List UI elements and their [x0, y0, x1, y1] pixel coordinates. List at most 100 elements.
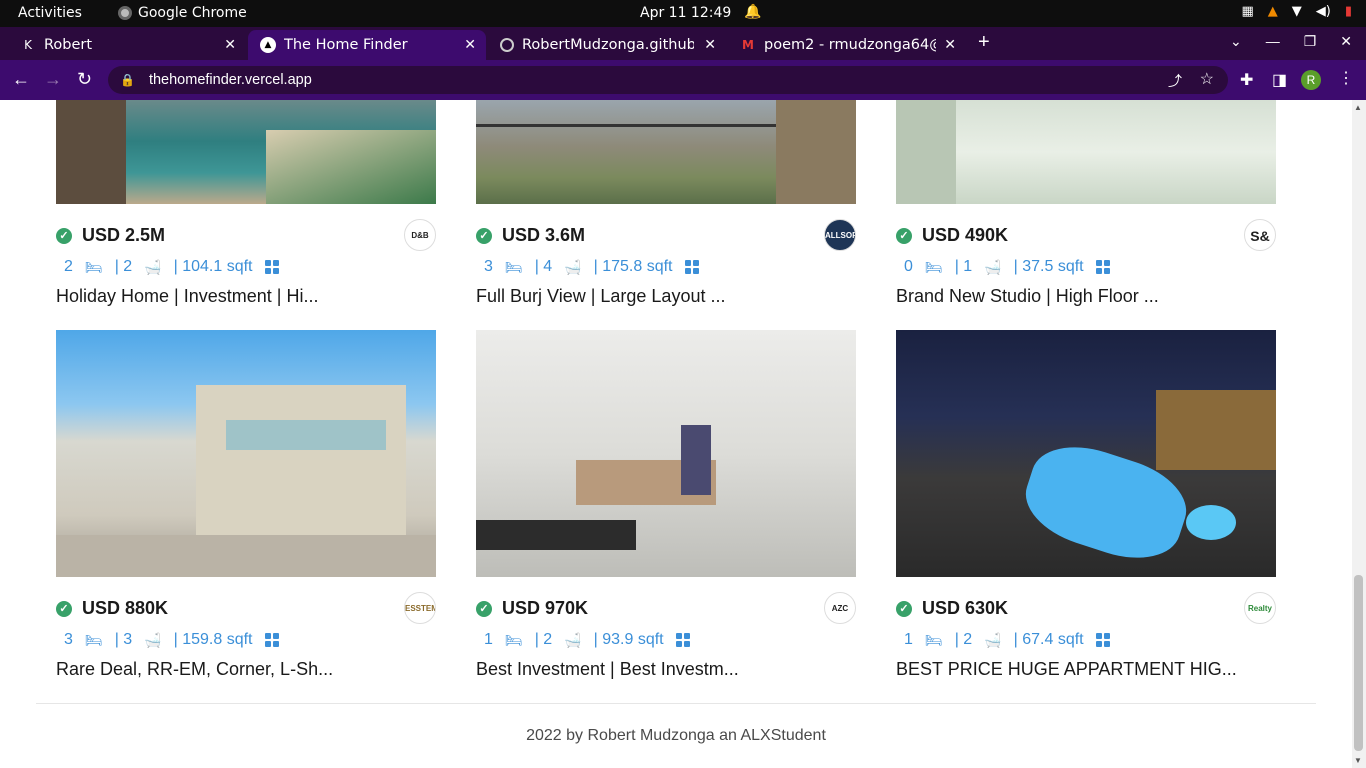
address-bar[interactable]: 🔒 thehomefinder.vercel.app ⤴ ☆	[108, 66, 1228, 94]
listing-image[interactable]	[896, 100, 1276, 204]
rooms-count: 1	[484, 631, 493, 648]
tab-robert[interactable]: K Robert ✕	[8, 30, 246, 60]
close-tab-icon[interactable]: ✕	[224, 37, 236, 53]
jacuzzi-shape	[1186, 505, 1236, 540]
new-tab-button[interactable]: +	[978, 31, 990, 54]
curtain-shape	[681, 425, 711, 495]
listing-image[interactable]	[476, 100, 856, 204]
wifi-icon[interactable]: ▼	[1292, 4, 1302, 19]
reload-icon[interactable]: ↻	[77, 69, 92, 90]
agency-logo[interactable]: ALLSOPP	[824, 219, 856, 251]
bed-icon: 🛏	[84, 631, 103, 648]
volume-icon[interactable]: ◀)	[1316, 4, 1331, 19]
avatar[interactable]: R	[1301, 70, 1321, 90]
clock[interactable]: Apr 11 12:49	[640, 5, 731, 21]
bath-icon: 🛁	[564, 631, 582, 648]
share-icon[interactable]: ⤴	[1168, 71, 1182, 91]
close-tab-icon[interactable]: ✕	[464, 37, 476, 53]
tab-gmail[interactable]: M poem2 - rmudzonga64@g ✕	[728, 30, 966, 60]
scroll-up-icon[interactable]: ▲	[1354, 103, 1362, 112]
scrollbar-thumb[interactable]	[1354, 575, 1363, 751]
tab-github[interactable]: RobertMudzonga.github.i ✕	[488, 30, 726, 60]
bed-icon: 🛏	[924, 258, 943, 275]
building-shape	[56, 100, 126, 204]
listing-card[interactable]: ✓ USD 3.6M ALLSOPP 3 🛏 | 4 🛁 | 175.8 sqft F…	[476, 100, 856, 310]
baths-count: | 2	[954, 631, 973, 648]
system-tray[interactable]: ▦ ▲ ▼ ◀) ▮	[1241, 4, 1352, 19]
verified-check-icon: ✓	[476, 600, 492, 617]
side-panel-icon[interactable]: ◨	[1272, 70, 1287, 90]
close-window-button[interactable]: ✕	[1340, 33, 1352, 50]
balcony-shape	[226, 420, 386, 450]
listing-stats: 2 🛏 | 2 🛁 | 104.1 sqft	[64, 258, 279, 276]
toolbar: ← → ↻ 🔒 thehomefinder.vercel.app ⤴ ☆ ✚ ◨	[0, 60, 1366, 100]
listing-card[interactable]: ✓ USD 880K ESSTEM 3 🛏 | 3 🛁 | 159.8 sqft Ra…	[56, 330, 436, 680]
battery-icon[interactable]: ▮	[1345, 4, 1352, 19]
tab-search-icon[interactable]: ⌄	[1230, 33, 1242, 50]
listing-price: ✓ USD 630K	[896, 598, 1008, 619]
agency-logo[interactable]: D&B PROP	[404, 219, 436, 251]
listing-image[interactable]	[56, 330, 436, 577]
building-shape	[776, 100, 856, 204]
lock-icon[interactable]: 🔒	[120, 73, 135, 87]
extensions-icon[interactable]: ✚	[1240, 70, 1253, 90]
vlc-icon[interactable]: ▲	[1268, 4, 1278, 19]
rooms-count: 1	[904, 631, 913, 648]
listing-title[interactable]: Rare Deal, RR-EM, Corner, L-Sh...	[56, 659, 333, 680]
listing-image[interactable]	[56, 100, 436, 204]
listing-price: ✓ USD 2.5M	[56, 225, 165, 246]
baths-count: | 2	[534, 631, 553, 648]
listing-card[interactable]: ✓ USD 630K Realty 1 🛏 | 2 🛁 | 67.4 sqft BES…	[896, 330, 1276, 680]
area-text: | 159.8 sqft	[173, 631, 253, 648]
close-tab-icon[interactable]: ✕	[944, 37, 956, 53]
url-text[interactable]: thehomefinder.vercel.app	[149, 72, 312, 88]
apps-grid-icon[interactable]: ▦	[1241, 4, 1253, 19]
price-text: USD 880K	[82, 598, 169, 618]
window-controls: ⌄ — ❐ ✕	[1230, 33, 1352, 50]
listing-title[interactable]: BEST PRICE HUGE APPARTMENT HIG...	[896, 659, 1237, 680]
grid-icon	[1095, 633, 1110, 647]
bath-icon: 🛁	[564, 258, 582, 275]
listing-price: ✓ USD 880K	[56, 598, 168, 619]
agency-logo[interactable]: ESSTEM	[404, 592, 436, 624]
listing-image[interactable]	[896, 330, 1276, 577]
app-menu[interactable]: Google Chrome	[118, 5, 247, 21]
area-text: | 104.1 sqft	[173, 258, 253, 275]
verified-check-icon: ✓	[896, 600, 912, 617]
scroll-down-icon[interactable]: ▼	[1354, 756, 1362, 765]
forward-icon[interactable]: →	[44, 69, 62, 90]
listing-title[interactable]: Best Investment | Best Investm...	[476, 659, 739, 680]
listing-title[interactable]: Holiday Home | Investment | Hi...	[56, 286, 318, 307]
rooms-count: 0	[904, 258, 913, 275]
listing-stats: 1 🛏 | 2 🛁 | 67.4 sqft	[904, 631, 1110, 649]
listing-stats: 0 🛏 | 1 🛁 | 37.5 sqft	[904, 258, 1110, 276]
price-text: USD 3.6M	[502, 225, 586, 245]
building-shape	[1156, 390, 1276, 470]
minimize-button[interactable]: —	[1266, 33, 1280, 50]
agency-logo[interactable]: S&	[1244, 219, 1276, 251]
listing-card[interactable]: ✓USD 2.5M D&B PROP 2🛏 | 2🛁 | 104.1 sqft …	[56, 100, 436, 310]
agency-logo[interactable]: AZC	[824, 592, 856, 624]
listing-card[interactable]: ✓ USD 970K AZC 1 🛏 | 2 🛁 | 93.9 sqft Best I…	[476, 330, 856, 680]
bookmark-star-icon[interactable]: ☆	[1200, 69, 1214, 89]
listing-card[interactable]: ✓ USD 490K S& 0 🛏 | 1 🛁 | 37.5 sqft Brand N…	[896, 100, 1276, 310]
maximize-button[interactable]: ❐	[1304, 33, 1317, 50]
activities-button[interactable]: Activities	[18, 5, 82, 21]
verified-check-icon: ✓	[56, 227, 72, 244]
listing-image[interactable]	[476, 330, 856, 577]
rooms-count: 2	[64, 258, 73, 275]
listing-title[interactable]: Full Burj View | Large Layout ...	[476, 286, 725, 307]
chrome-icon	[118, 6, 132, 20]
vercel-icon: ▲	[260, 37, 276, 53]
tab-home-finder[interactable]: ▲ The Home Finder ✕	[248, 30, 486, 60]
back-icon[interactable]: ←	[12, 69, 30, 90]
wall-shape	[896, 100, 956, 204]
baths-count: | 4	[534, 258, 553, 275]
counter-shape	[476, 520, 636, 550]
menu-kebab-icon[interactable]: ⋮	[1338, 68, 1354, 88]
close-tab-icon[interactable]: ✕	[704, 37, 716, 53]
listing-stats: 1 🛏 | 2 🛁 | 93.9 sqft	[484, 631, 690, 649]
agency-logo[interactable]: Realty	[1244, 592, 1276, 624]
listing-title[interactable]: Brand New Studio | High Floor ...	[896, 286, 1159, 307]
tab-title: The Home Finder	[284, 37, 408, 53]
